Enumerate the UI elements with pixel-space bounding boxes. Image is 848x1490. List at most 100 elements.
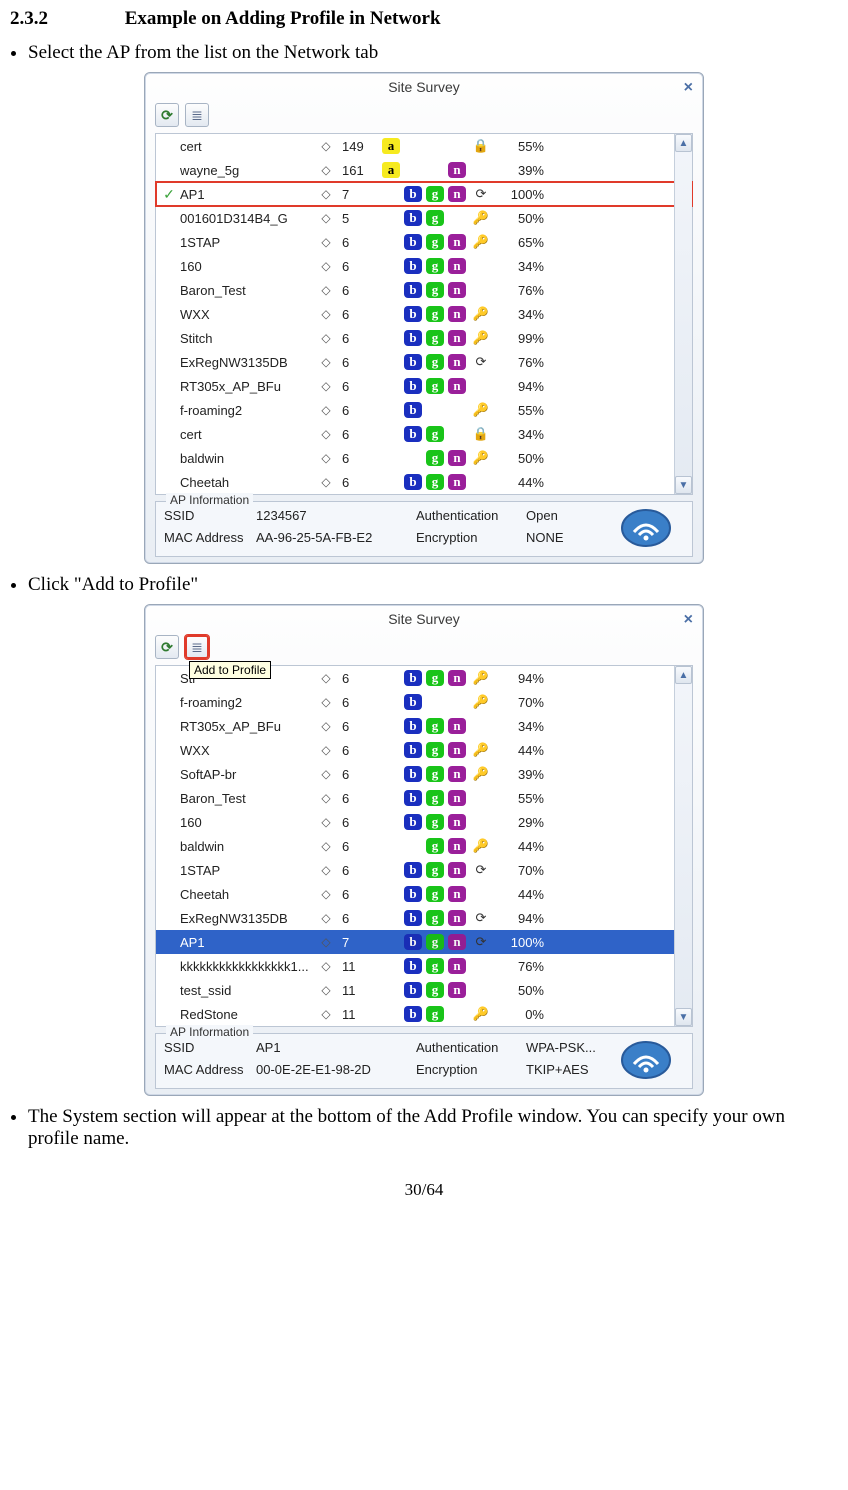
network-row[interactable]: ExRegNW3135DB◇6bgn⟳76% [156,350,692,374]
network-row[interactable]: 160◇6bgn29% [156,810,692,834]
mode-b-badge: b [404,910,422,926]
channel-cell: 7 [340,187,382,202]
mode-g-badge: g [426,814,444,830]
section-heading: 2.3.2 Example on Adding Profile in Netwo… [10,8,838,30]
lock-icon: 🔒 [470,426,492,442]
mode-n-badge: n [448,958,466,974]
mode-n-badge: n [448,934,466,950]
sort-icon: ◇ [312,815,340,829]
signal-cell: 34% [492,427,550,442]
network-row[interactable]: cert◇149a🔒55% [156,134,692,158]
auth-value: Open [526,508,616,526]
mode-g-badge: g [426,766,444,782]
network-row[interactable]: RT305x_AP_BFu◇6bgn94% [156,374,692,398]
network-row[interactable]: Cheetah◇6bgn44% [156,470,692,494]
add-to-profile-button[interactable]: ≣ [185,103,209,127]
scrollbar[interactable]: ▲ ▼ [674,134,692,494]
network-list[interactable]: cert◇149a🔒55%wayne_5g◇161an39%✓AP1◇7bgn⟳… [155,133,693,495]
ssid-label: SSID [164,508,256,526]
mode-n-badge: n [448,258,466,274]
ssid-cell: ExRegNW3135DB [180,355,312,370]
signal-cell: 65% [492,235,550,250]
network-row[interactable]: ExRegNW3135DB◇6bgn⟳94% [156,906,692,930]
mode-n-badge: n [448,378,466,394]
mode-g-badge: g [426,306,444,322]
network-row[interactable]: f-roaming2◇6b🔑70% [156,690,692,714]
network-row[interactable]: Stitch◇6bgn🔑99% [156,326,692,350]
sort-icon: ◇ [312,307,340,321]
close-icon[interactable]: × [684,79,693,97]
channel-cell: 5 [340,211,382,226]
network-row[interactable]: Baron_Test◇6bgn76% [156,278,692,302]
enc-value: TKIP+AES [526,1062,616,1080]
network-row[interactable]: RT305x_AP_BFu◇6bgn34% [156,714,692,738]
signal-cell: 39% [492,767,550,782]
network-row[interactable]: 1STAP◇6bgn⟳70% [156,858,692,882]
network-row[interactable]: cert◇6bg🔒34% [156,422,692,446]
refresh-button[interactable]: ⟳ [155,635,179,659]
sort-icon: ◇ [312,187,340,201]
network-row[interactable]: baldwin◇6gn🔑44% [156,834,692,858]
signal-cell: 76% [492,355,550,370]
refresh-icon: ⟳ [161,107,173,124]
network-row[interactable]: ✓AP1◇7bgn⟳100% [156,182,692,206]
sort-icon: ◇ [312,911,340,925]
signal-cell: 99% [492,331,550,346]
sort-icon: ◇ [312,211,340,225]
channel-cell: 6 [340,403,382,418]
mac-value: AA-96-25-5A-FB-E2 [256,530,416,548]
network-row[interactable]: f-roaming2◇6b🔑55% [156,398,692,422]
ssid-value: 1234567 [256,508,416,526]
network-row[interactable]: wayne_5g◇161an39% [156,158,692,182]
signal-cell: 55% [492,791,550,806]
network-row[interactable]: 160◇6bgn34% [156,254,692,278]
refresh-button[interactable]: ⟳ [155,103,179,127]
mode-g-badge: g [426,790,444,806]
signal-cell: 55% [492,403,550,418]
network-row[interactable]: 001601D314B4_G◇5bg🔑50% [156,206,692,230]
signal-cell: 34% [492,307,550,322]
channel-cell: 6 [340,379,382,394]
ssid-cell: Baron_Test [180,283,312,298]
scroll-up-icon[interactable]: ▲ [675,134,692,152]
sort-icon: ◇ [312,839,340,853]
mode-g-badge: g [426,234,444,250]
mode-n-badge: n [448,186,466,202]
network-list[interactable]: Sti◇6bgn🔑94%f-roaming2◇6b🔑70%RT305x_AP_B… [155,665,693,1027]
close-icon[interactable]: × [684,611,693,629]
ssid-cell: Cheetah [180,475,312,490]
wifi-logo-icon [616,508,676,548]
network-row[interactable]: baldwin◇6gn🔑50% [156,446,692,470]
scroll-down-icon[interactable]: ▼ [675,1008,692,1026]
network-row[interactable]: SoftAP-br◇6bgn🔑39% [156,762,692,786]
network-row[interactable]: test_ssid◇11bgn50% [156,978,692,1002]
network-row[interactable]: Baron_Test◇6bgn55% [156,786,692,810]
network-row[interactable]: WXX◇6bgn🔑34% [156,302,692,326]
connected-check-icon: ✓ [158,186,180,203]
scroll-down-icon[interactable]: ▼ [675,476,692,494]
mac-label: MAC Address [164,1062,256,1080]
mode-n-badge: n [448,282,466,298]
lock-icon: 🔒 [470,138,492,154]
scroll-up-icon[interactable]: ▲ [675,666,692,684]
network-row[interactable]: RedStone◇11bg🔑0% [156,1002,692,1026]
add-to-profile-button[interactable]: ≣ [185,635,209,659]
sort-icon: ◇ [312,743,340,757]
sort-icon: ◇ [312,719,340,733]
network-row[interactable]: WXX◇6bgn🔑44% [156,738,692,762]
network-row[interactable]: Cheetah◇6bgn44% [156,882,692,906]
key-icon: 🔑 [470,766,492,782]
scrollbar[interactable]: ▲ ▼ [674,666,692,1026]
network-row[interactable]: 1STAP◇6bgn🔑65% [156,230,692,254]
sort-icon: ◇ [312,695,340,709]
ssid-cell: WXX [180,743,312,758]
channel-cell: 149 [340,139,382,154]
network-row[interactable]: AP1◇7bgn⟳100% [156,930,692,954]
channel-cell: 6 [340,475,382,490]
mode-g-badge: g [426,862,444,878]
mode-g-badge: g [426,210,444,226]
mac-label: MAC Address [164,530,256,548]
network-row[interactable]: kkkkkkkkkkkkkkkkk1...◇11bgn76% [156,954,692,978]
channel-cell: 6 [340,671,382,686]
section-title: Example on Adding Profile in Network [125,8,441,29]
